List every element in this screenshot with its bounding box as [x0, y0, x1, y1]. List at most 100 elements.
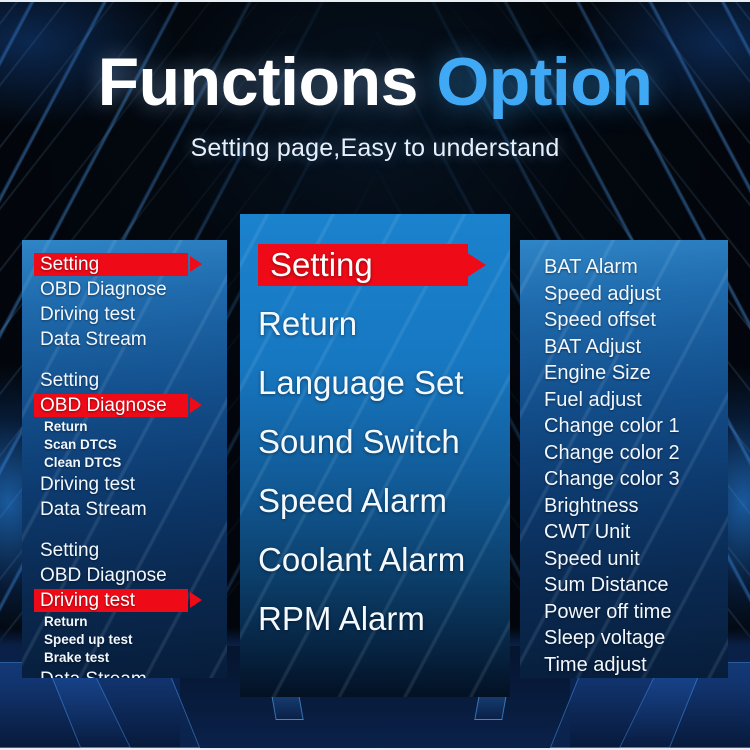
menu-item-label: OBD Diagnose [40, 565, 167, 586]
menu-item-label: Setting [40, 370, 100, 391]
left-menu-item-obd-diagnose[interactable]: OBD Diagnose [34, 393, 227, 418]
menu-item-label: Speed adjust [544, 282, 661, 305]
right-menu-item-bat-alarm[interactable]: BAT Alarm [544, 254, 728, 281]
menu-item-label: Engine Size [544, 362, 651, 384]
menu-item-label: Driving test [40, 304, 136, 325]
left-menu-item-data-stream[interactable]: Data Stream [40, 497, 227, 522]
menu-item-label: Sound Switch [258, 423, 460, 460]
right-menu-item-change-color-1[interactable]: Change color 1 [544, 413, 728, 440]
center-menu-item-speed-alarm[interactable]: Speed Alarm [258, 480, 510, 522]
menu-item-label: Coolant Alarm [258, 541, 466, 578]
left-menu-item-driving-test[interactable]: Driving test [40, 472, 227, 497]
arrow-right-icon [190, 256, 202, 272]
menu-item-label: Speed unit [544, 547, 640, 570]
page-subtitle: Setting page,Easy to understand [190, 134, 560, 162]
left-menu-item-return[interactable]: Return [40, 613, 227, 631]
right-menu-item-sum-distance[interactable]: Sum Distance [544, 572, 728, 599]
left-menu-item-data-stream[interactable]: Data Stream [40, 667, 227, 678]
right-menu-item-bat-adjust[interactable]: BAT Adjust [544, 334, 728, 361]
menu-item-label: CWT Unit [544, 521, 631, 543]
menu-item-label: Data Stream [40, 329, 147, 350]
menu-item-label: Change color 2 [544, 441, 680, 464]
menu-item-label: Time adjust [544, 653, 647, 676]
center-menu-item-sound-switch[interactable]: Sound Switch [258, 421, 510, 463]
right-menu-item-time-adjust[interactable]: Time adjust [544, 652, 728, 679]
left-menu-item-driving-test[interactable]: Driving test [40, 302, 227, 327]
arrow-right-icon [190, 397, 202, 413]
menu-item-label: Speed offset [544, 309, 656, 331]
right-menu-panel: BAT Alarm Speed adjust Speed offset BAT Adj… [520, 240, 728, 678]
menu-item-label: BAT Alarm [544, 256, 638, 278]
menu-item-label: Data Stream [40, 499, 147, 520]
arrow-right-icon [466, 252, 486, 278]
menu-item-label: Change color 3 [544, 468, 680, 490]
menu-item-label: Driving test [40, 474, 136, 495]
menu-item-label: Setting [270, 246, 373, 283]
right-menu-item-speed-offset[interactable]: Speed offset [544, 307, 728, 334]
menu-item-label: Power off time [544, 600, 672, 623]
menu-item-label: Driving test [40, 590, 136, 611]
center-menu-list: Setting Return Language Set Sound Switch Spe… [240, 214, 510, 640]
menu-item-label: Speed up test [44, 632, 133, 647]
menu-item-label: Sleep voltage [544, 627, 666, 649]
left-menu-item-scan-dtcs[interactable]: Scan DTCS [40, 436, 227, 454]
menu-item-label: Data Stream [40, 667, 147, 678]
arrow-right-icon [190, 592, 202, 608]
left-menu-item-data-stream[interactable]: Data Stream [40, 327, 227, 352]
menu-item-label: Setting [40, 254, 100, 275]
menu-item-label: Scan DTCS [44, 437, 117, 452]
right-menu-item-speed-adjust[interactable]: Speed adjust [544, 281, 728, 308]
center-menu-panel: Setting Return Language Set Sound Switch Spe… [240, 214, 510, 697]
menu-item-label: Return [44, 614, 88, 629]
left-menu-item-obd-diagnose[interactable]: OBD Diagnose [40, 563, 227, 588]
left-menu-item-setting[interactable]: Setting [40, 538, 227, 563]
page-title-accent: Option [436, 44, 653, 120]
page-title: Functions Option [0, 48, 750, 116]
right-menu-item-change-color-3[interactable]: Change color 3 [544, 466, 728, 493]
menu-item-label: Return [258, 305, 358, 342]
menu-item-label: OBD Diagnose [40, 279, 167, 300]
header: Functions Option Setting page,Easy to un… [0, 48, 750, 163]
menu-item-label: BAT Adjust [544, 335, 642, 358]
menu-group-separator [40, 352, 227, 368]
menu-item-label: Brake test [44, 650, 110, 665]
left-menu-item-speed-up-test[interactable]: Speed up test [40, 631, 227, 649]
center-menu-item-setting[interactable]: Setting [258, 244, 510, 286]
center-menu-item-return[interactable]: Return [258, 303, 510, 345]
menu-item-label: Sum Distance [544, 574, 669, 596]
right-menu-list: BAT Alarm Speed adjust Speed offset BAT Adj… [520, 240, 728, 678]
menu-item-label: OBD Diagnose [40, 395, 167, 416]
page-title-primary: Functions [97, 44, 419, 120]
left-menu-panel: Setting OBD Diagnose Driving test Data Stre… [22, 240, 227, 678]
left-menu-list: Setting OBD Diagnose Driving test Data Stre… [22, 240, 227, 678]
menu-item-label: Language Set [258, 364, 464, 401]
center-menu-item-language-set[interactable]: Language Set [258, 362, 510, 404]
center-menu-item-rpm-alarm[interactable]: RPM Alarm [258, 598, 510, 640]
menu-item-label: Clean DTCS [44, 455, 122, 470]
right-menu-item-sleep-voltage[interactable]: Sleep voltage [544, 625, 728, 652]
left-menu-item-driving-test[interactable]: Driving test [34, 588, 227, 613]
center-menu-item-coolant-alarm[interactable]: Coolant Alarm [258, 539, 510, 581]
right-menu-item-fuel-adjust[interactable]: Fuel adjust [544, 387, 728, 414]
right-menu-item-power-off-time[interactable]: Power off time [544, 599, 728, 626]
promo-screen: Functions Option Setting page,Easy to un… [0, 0, 750, 750]
menu-item-label: RPM Alarm [258, 600, 425, 637]
menu-item-label: Setting [40, 540, 100, 561]
right-menu-item-engine-size[interactable]: Engine Size [544, 360, 728, 387]
right-menu-item-brightness[interactable]: Brightness [544, 493, 728, 520]
menu-group-separator [40, 522, 227, 538]
menu-item-label: Return [44, 419, 88, 434]
menu-item-label: Change color 1 [544, 415, 680, 437]
left-menu-item-obd-diagnose[interactable]: OBD Diagnose [40, 277, 227, 302]
left-menu-item-brake-test[interactable]: Brake test [40, 649, 227, 667]
right-menu-item-cwt-unit[interactable]: CWT Unit [544, 519, 728, 546]
right-menu-item-change-color-2[interactable]: Change color 2 [544, 440, 728, 467]
left-menu-item-setting[interactable]: Setting [40, 368, 227, 393]
left-menu-item-clean-dtcs[interactable]: Clean DTCS [40, 454, 227, 472]
menu-item-label: Brightness [544, 494, 639, 517]
menu-item-label: Fuel adjust [544, 388, 642, 411]
menu-item-label: Speed Alarm [258, 482, 447, 519]
right-menu-item-speed-unit[interactable]: Speed unit [544, 546, 728, 573]
left-menu-item-setting[interactable]: Setting [34, 252, 227, 277]
left-menu-item-return[interactable]: Return [40, 418, 227, 436]
